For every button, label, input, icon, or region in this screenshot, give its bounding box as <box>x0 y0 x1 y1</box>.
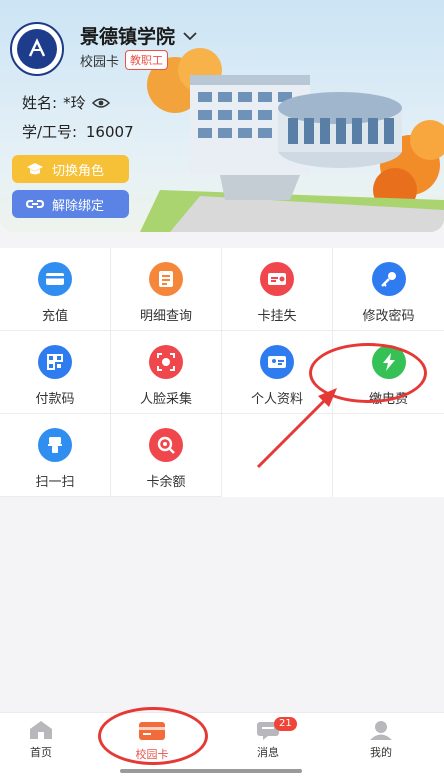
bottom-tab-bar: 首页 校园卡 21 消息 我的 <box>0 712 444 777</box>
home-icon <box>30 721 52 739</box>
school-selector[interactable]: 景德镇学院 <box>80 22 197 49</box>
id-row: 学/工号: 16007 <box>22 121 134 142</box>
eye-icon[interactable] <box>91 97 110 109</box>
grid-item-label: 缴电费 <box>368 392 408 407</box>
name-row: 姓名: *玲 <box>22 92 110 113</box>
grid-item-face-capture[interactable]: 人脸采集 <box>111 331 222 414</box>
campus-card-header: 景德镇学院 校园卡 教职工 姓名: *玲 学/工号: 16007 切换角色 解除… <box>0 0 444 232</box>
grid-item-label: 卡余额 <box>146 475 186 490</box>
grid-item-recharge[interactable]: 充值 <box>0 248 111 331</box>
grid-item-report-card-lost[interactable]: 卡挂失 <box>222 248 333 331</box>
card-lost-icon <box>260 262 294 296</box>
tab-label: 校园卡 <box>135 748 169 761</box>
grid-item-transaction-details[interactable]: 明细查询 <box>111 248 222 331</box>
grid-item-payment-code[interactable]: 付款码 <box>0 331 111 414</box>
function-grid: 充值 明细查询 卡挂失 修改密码 付款码 人脸采集 个人资料 缴电费 扫一扫 卡… <box>0 248 444 497</box>
school-logo <box>10 22 64 76</box>
switch-role-label: 切换角色 <box>52 163 105 179</box>
face-scan-icon <box>149 345 183 379</box>
role-badge: 教职工 <box>125 50 169 70</box>
grid-item-label: 付款码 <box>35 392 75 407</box>
link-icon <box>26 200 44 208</box>
grid-item-change-password[interactable]: 修改密码 <box>333 248 444 331</box>
name-label: 姓名: <box>22 94 58 112</box>
tab-campus-card[interactable]: 校园卡 <box>112 719 192 762</box>
campus-card-icon <box>139 722 165 740</box>
lightning-icon <box>371 345 406 379</box>
tab-profile[interactable]: 我的 <box>341 719 421 760</box>
key-icon <box>371 262 406 296</box>
name-value: *玲 <box>63 94 86 112</box>
scanner-icon <box>38 428 72 462</box>
receipt-detail-icon <box>149 262 183 296</box>
tab-label: 首页 <box>30 746 52 759</box>
recharge-card-icon <box>38 262 72 296</box>
grid-item-label: 人脸采集 <box>139 392 192 407</box>
qr-code-icon <box>38 345 72 379</box>
grid-item-card-balance[interactable]: 卡余额 <box>111 414 222 497</box>
chevron-down-icon <box>183 31 197 40</box>
grid-item-label: 修改密码 <box>362 309 415 324</box>
switch-role-button[interactable]: 切换角色 <box>12 155 129 183</box>
grid-item-scan[interactable]: 扫一扫 <box>0 414 111 497</box>
grid-item-label: 扫一扫 <box>35 475 75 490</box>
grid-item-personal-info[interactable]: 个人资料 <box>222 331 333 414</box>
grid-empty-cell <box>222 414 333 497</box>
unbind-label: 解除绑定 <box>52 198 105 214</box>
tab-label: 我的 <box>370 746 392 759</box>
grid-item-label: 明细查询 <box>139 309 192 324</box>
school-name: 景德镇学院 <box>80 26 176 48</box>
id-label: 学/工号: <box>22 123 78 141</box>
tab-label: 消息 <box>257 746 279 759</box>
graduation-cap-icon <box>27 163 43 175</box>
message-count-badge: 21 <box>274 717 297 731</box>
id-value: 16007 <box>85 123 134 141</box>
card-type-label: 校园卡 <box>80 54 120 70</box>
grid-item-label: 个人资料 <box>250 392 303 407</box>
balance-search-icon <box>149 428 183 462</box>
profile-icon <box>370 721 392 740</box>
tab-messages[interactable]: 21 消息 <box>228 717 308 760</box>
home-indicator <box>120 769 302 773</box>
grid-item-label: 充值 <box>41 309 68 324</box>
card-type-row: 校园卡 教职工 <box>80 50 169 70</box>
tab-home[interactable]: 首页 <box>1 719 81 760</box>
grid-item-pay-electricity[interactable]: 缴电费 <box>333 331 444 414</box>
grid-empty-cell <box>333 414 444 497</box>
grid-item-label: 卡挂失 <box>257 309 297 324</box>
unbind-button[interactable]: 解除绑定 <box>12 190 129 218</box>
school-emblem-icon <box>28 38 46 57</box>
id-card-icon <box>260 345 294 379</box>
